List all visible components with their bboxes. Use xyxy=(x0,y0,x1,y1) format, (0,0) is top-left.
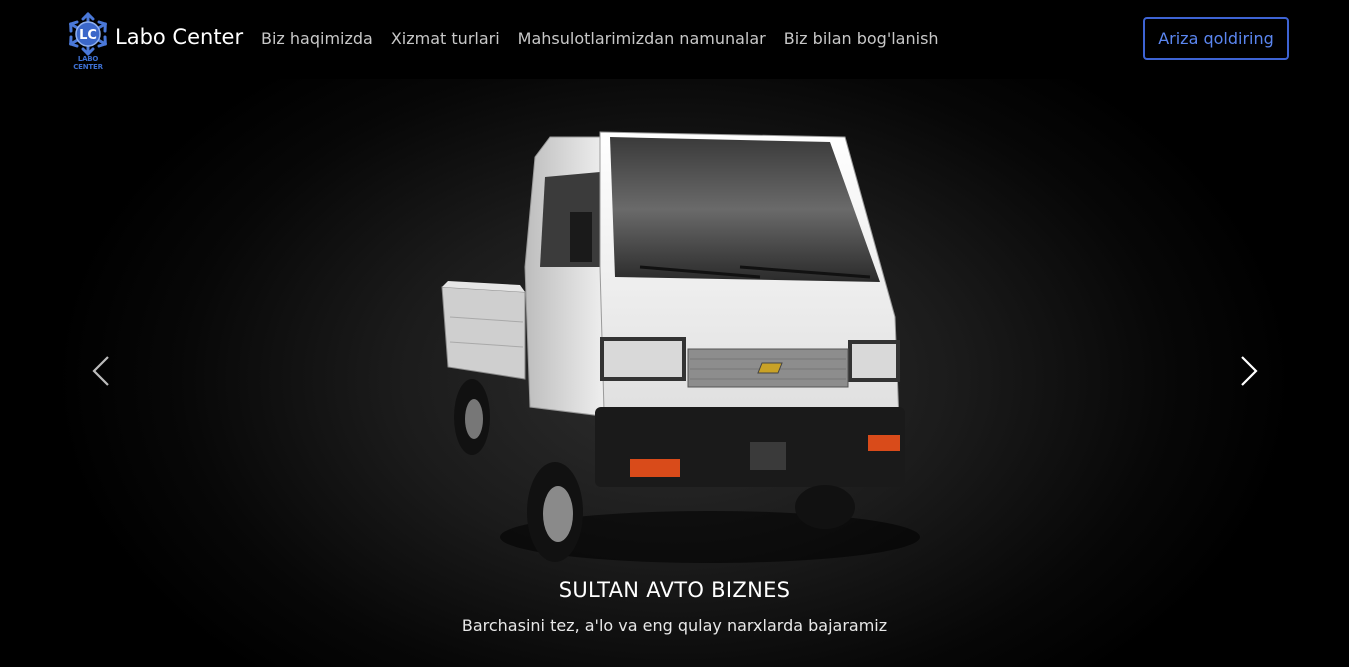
nav-link-samples[interactable]: Mahsulotlarimizdan namunalar xyxy=(509,28,775,50)
nav-links: Biz haqimizda Xizmat turlari Mahsulotlar… xyxy=(252,28,948,50)
hero-title: SULTAN AVTO BIZNES xyxy=(558,578,791,602)
chevron-left-icon xyxy=(92,356,109,386)
nav-link-contact[interactable]: Biz bilan bog'lanish xyxy=(775,28,948,50)
logo-text: LC xyxy=(79,28,97,43)
truck-image xyxy=(441,131,920,563)
hero-carousel: SULTAN AVTO BIZNES Barchasini tez, a'lo … xyxy=(0,79,1349,667)
nav-link-services[interactable]: Xizmat turlari xyxy=(382,28,509,50)
nav-link-about[interactable]: Biz haqimizda xyxy=(252,28,382,50)
chevron-right-icon xyxy=(1241,356,1258,386)
logo-caption: LABO CENTER xyxy=(73,55,103,71)
hero-subtitle: Barchasini tez, a'lo va eng qulay narxla… xyxy=(461,616,888,635)
navbar: LC LABO CENTER Labo Center Biz haqimizda… xyxy=(0,0,1349,79)
logo: LC LABO CENTER xyxy=(66,12,110,71)
submit-application-button[interactable]: Ariza qoldiring xyxy=(1143,17,1289,60)
snowflake-logo-icon: LC xyxy=(69,12,107,56)
carousel-prev-button[interactable] xyxy=(81,349,121,393)
brand-name: Labo Center xyxy=(115,25,244,49)
brand-link[interactable]: LC LABO CENTER Labo Center xyxy=(66,12,244,71)
carousel-next-button[interactable] xyxy=(1229,349,1269,393)
